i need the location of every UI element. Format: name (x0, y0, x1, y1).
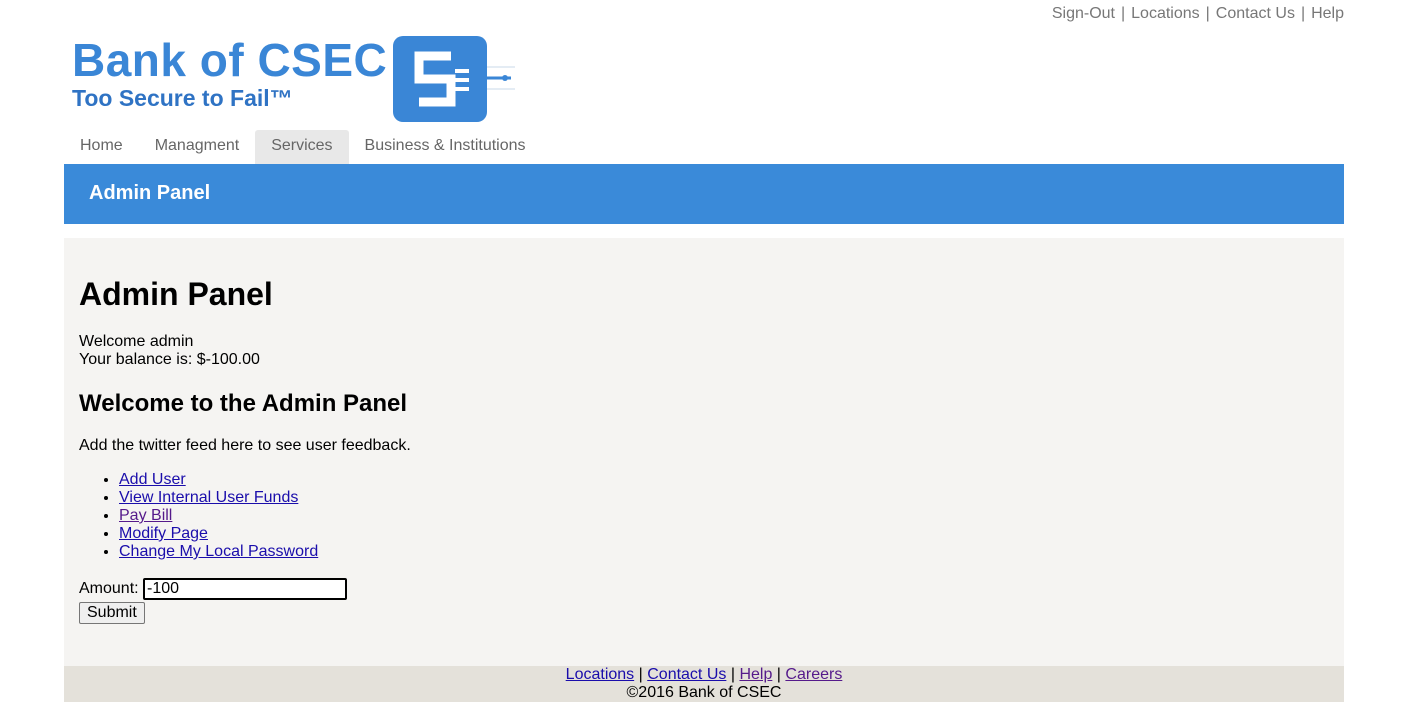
amount-input[interactable] (143, 578, 348, 600)
contact-us-link[interactable]: Contact Us (1216, 5, 1295, 22)
logo-tagline: Too Secure to Fail™ (72, 85, 293, 111)
modify-page-link[interactable]: Modify Page (119, 525, 208, 542)
feed-note: Add the twitter feed here to see user fe… (79, 437, 411, 454)
amount-row: Amount: (79, 578, 348, 600)
welcome-text: Welcome admin (79, 333, 194, 350)
footer-help-link[interactable]: Help (739, 666, 772, 683)
list-item: Change My Local Password (119, 543, 318, 561)
main-nav: Home Managment Services Business & Insti… (64, 130, 542, 164)
top-links: Sign-Out | Locations | Contact Us | Help (1052, 5, 1344, 23)
balance-text: Your balance is: $-100.00 (79, 351, 260, 368)
submit-button[interactable]: Submit (79, 602, 145, 624)
nav-item-services[interactable]: Services (255, 130, 349, 164)
list-item: Add User (119, 471, 318, 489)
nav-item-managment[interactable]: Managment (139, 130, 256, 164)
separator: | (1205, 5, 1210, 22)
footer: Locations | Contact Us | Help | Careers … (64, 666, 1344, 702)
separator: | (638, 666, 643, 683)
view-internal-user-funds-link[interactable]: View Internal User Funds (119, 489, 298, 506)
footer-links: Locations | Contact Us | Help | Careers (64, 666, 1344, 684)
banner-title: Admin Panel (89, 182, 211, 204)
footer-locations-link[interactable]: Locations (566, 666, 635, 683)
list-item: View Internal User Funds (119, 489, 318, 507)
welcome-block: Welcome admin Your balance is: $-100.00 (79, 333, 260, 369)
admin-links: Add User View Internal User Funds Pay Bi… (79, 471, 318, 561)
list-item: Pay Bill (119, 507, 318, 525)
help-link[interactable]: Help (1311, 5, 1344, 22)
copyright-text: ©2016 Bank of CSEC (626, 684, 782, 701)
pay-bill-link[interactable]: Pay Bill (119, 507, 172, 524)
change-password-link[interactable]: Change My Local Password (119, 543, 318, 560)
add-user-link[interactable]: Add User (119, 471, 186, 488)
separator: | (730, 666, 735, 683)
sign-out-link[interactable]: Sign-Out (1052, 5, 1115, 22)
bank-logo[interactable]: Bank of CSEC Too Secure to Fail™ (70, 34, 515, 124)
list-item: Modify Page (119, 525, 318, 543)
page-title: Admin Panel (79, 276, 273, 312)
page-banner: Admin Panel (64, 164, 1344, 224)
main-content: Admin Panel Welcome admin Your balance i… (64, 238, 1344, 666)
footer-contact-us-link[interactable]: Contact Us (647, 666, 726, 683)
nav-item-business-institutions[interactable]: Business & Institutions (349, 130, 542, 164)
amount-label: Amount: (79, 580, 139, 598)
nav-item-home[interactable]: Home (64, 130, 139, 164)
section-heading: Welcome to the Admin Panel (79, 390, 408, 417)
logo-name: Bank of CSEC (72, 34, 388, 86)
separator: | (1120, 5, 1126, 22)
separator: | (1300, 5, 1306, 22)
bank-logo-icon (393, 36, 515, 122)
separator: | (776, 666, 781, 683)
locations-link[interactable]: Locations (1131, 5, 1200, 22)
footer-careers-link[interactable]: Careers (785, 666, 842, 683)
